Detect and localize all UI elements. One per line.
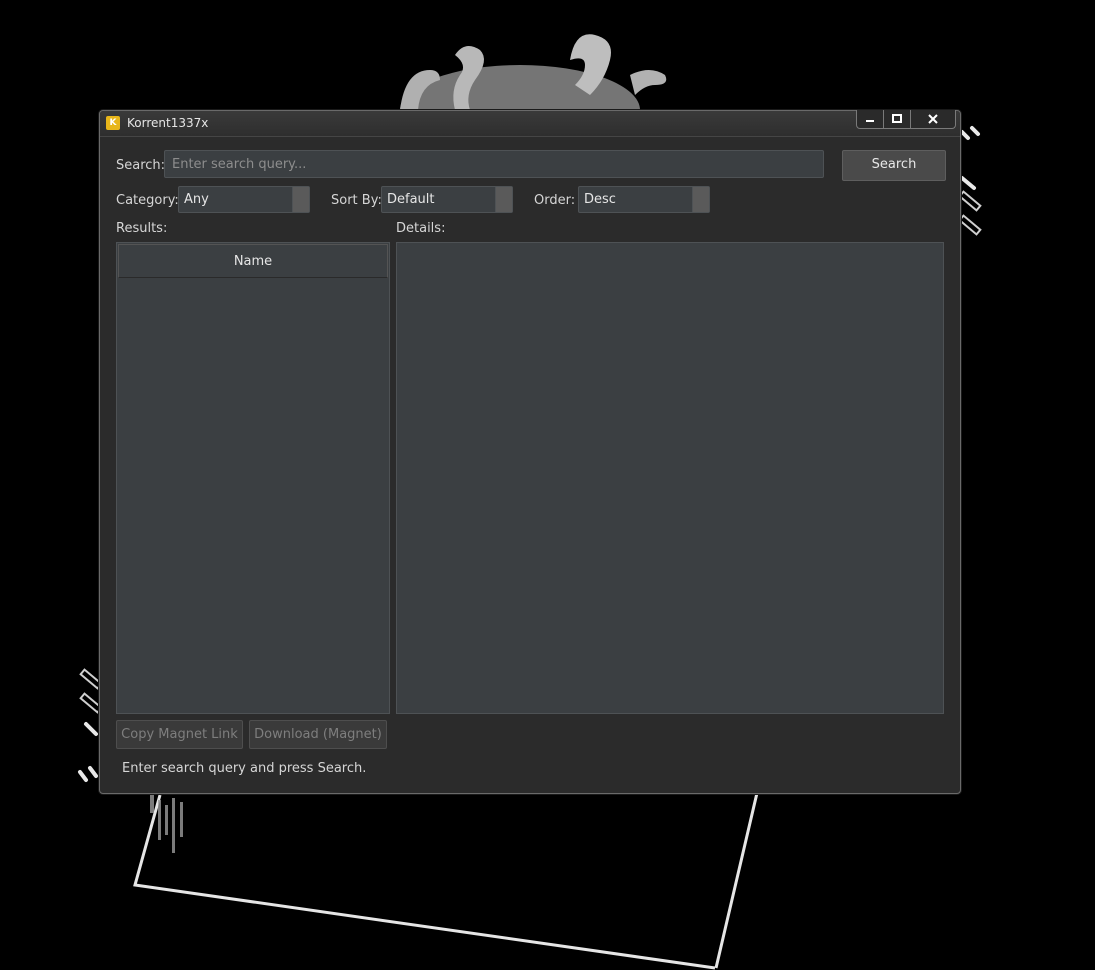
order-label: Order: xyxy=(534,193,576,208)
download-magnet-button[interactable]: Download (Magnet) xyxy=(249,720,387,749)
desktop: K Korrent1337x Search: Search Category: … xyxy=(0,0,1095,970)
maximize-icon xyxy=(892,114,902,123)
close-icon xyxy=(928,114,938,124)
maximize-button[interactable] xyxy=(884,110,911,128)
copy-magnet-link-button[interactable]: Copy Magnet Link xyxy=(116,720,243,749)
category-select[interactable]: Any xyxy=(178,186,310,213)
app-window: K Korrent1337x Search: Search Category: … xyxy=(99,110,961,794)
sort-by-select[interactable]: Default xyxy=(381,186,513,213)
title-bar[interactable]: K Korrent1337x xyxy=(100,111,960,137)
details-panel[interactable] xyxy=(396,242,944,714)
order-select[interactable]: Desc xyxy=(578,186,710,213)
column-header-name[interactable]: Name xyxy=(118,244,388,278)
app-icon: K xyxy=(106,116,120,130)
category-label: Category: xyxy=(116,193,179,208)
order-value: Desc xyxy=(584,192,616,207)
chevron-down-icon xyxy=(692,187,709,212)
status-message: Enter search query and press Search. xyxy=(122,761,367,776)
minimize-icon xyxy=(866,120,874,122)
window-controls xyxy=(856,110,956,129)
window-content: Search: Search Category: Any Sort By: De… xyxy=(100,137,960,793)
category-value: Any xyxy=(184,192,209,207)
results-list[interactable]: Name xyxy=(116,242,390,714)
search-label: Search: xyxy=(116,158,166,173)
chevron-down-icon xyxy=(495,187,512,212)
results-label: Results: xyxy=(116,221,168,236)
sort-by-value: Default xyxy=(387,192,435,207)
chevron-down-icon xyxy=(292,187,309,212)
search-input[interactable] xyxy=(164,150,824,178)
close-button[interactable] xyxy=(911,110,955,128)
sort-by-label: Sort By: xyxy=(331,193,382,208)
minimize-button[interactable] xyxy=(857,110,884,128)
window-title: Korrent1337x xyxy=(127,116,209,130)
details-label: Details: xyxy=(396,221,446,236)
search-button[interactable]: Search xyxy=(842,150,946,181)
